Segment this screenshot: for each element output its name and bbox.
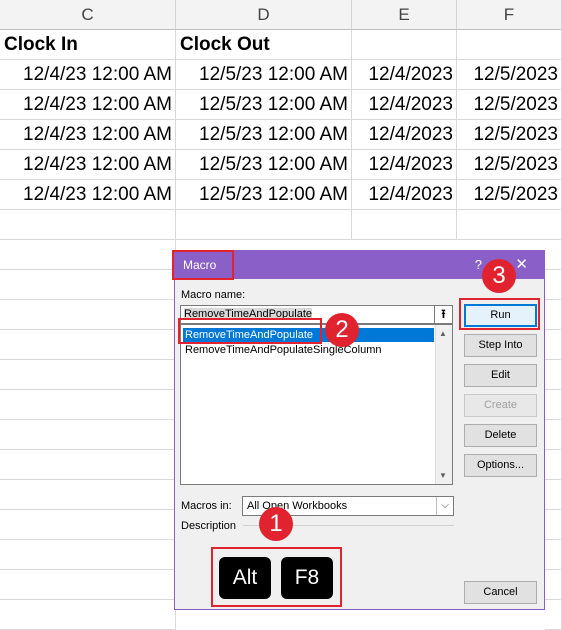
cell-c[interactable]: 12/4/23 12:00 AM xyxy=(0,150,176,180)
empty-cell[interactable] xyxy=(545,330,562,360)
options-button[interactable]: Options... xyxy=(464,454,537,477)
empty-cell[interactable] xyxy=(0,570,176,600)
cell-header-clock-out[interactable]: Clock Out xyxy=(176,30,352,60)
empty-cell[interactable] xyxy=(176,210,352,240)
empty-cell[interactable] xyxy=(0,390,176,420)
empty-cell[interactable] xyxy=(0,240,176,270)
cell-header-f[interactable] xyxy=(457,30,562,60)
empty-cell[interactable] xyxy=(0,330,176,360)
macro-list-item[interactable]: RemoveTimeAndPopulateSingleColumn xyxy=(183,343,381,357)
column-header-e[interactable]: E xyxy=(352,0,457,30)
empty-cell[interactable] xyxy=(0,300,176,330)
empty-cell[interactable] xyxy=(545,450,562,480)
empty-cell[interactable] xyxy=(545,240,562,270)
empty-cell[interactable] xyxy=(457,210,562,240)
cell-e[interactable]: 12/4/2023 xyxy=(352,150,457,180)
empty-cell[interactable] xyxy=(0,420,176,450)
cell-d[interactable]: 12/5/23 12:00 AM xyxy=(176,120,352,150)
delete-button[interactable]: Delete xyxy=(464,424,537,447)
empty-cell[interactable] xyxy=(0,210,176,240)
cell-d[interactable]: 12/5/23 12:00 AM xyxy=(176,150,352,180)
cell-c[interactable]: 12/4/23 12:00 AM xyxy=(0,180,176,210)
empty-cell[interactable] xyxy=(545,540,562,570)
empty-cell[interactable] xyxy=(545,510,562,540)
column-header-c[interactable]: C xyxy=(0,0,176,30)
empty-cell[interactable] xyxy=(352,210,457,240)
list-scrollbar[interactable]: ▲ ▼ xyxy=(435,325,452,484)
step-into-button[interactable]: Step Into xyxy=(464,334,537,357)
empty-cell[interactable] xyxy=(545,480,562,510)
cell-f[interactable]: 12/5/2023 xyxy=(457,150,562,180)
highlight-run xyxy=(459,298,540,330)
macro-list[interactable]: RemoveTimeAndPopulate RemoveTimeAndPopul… xyxy=(180,324,453,485)
empty-cell[interactable] xyxy=(545,270,562,300)
empty-cell[interactable] xyxy=(545,600,562,630)
cell-f[interactable]: 12/5/2023 xyxy=(457,60,562,90)
empty-cell[interactable] xyxy=(545,390,562,420)
upload-arrow-icon[interactable]: ⭱ xyxy=(434,305,453,324)
highlight-list-item xyxy=(178,318,322,344)
empty-cell[interactable] xyxy=(0,450,176,480)
f8-key: F8 xyxy=(281,557,333,599)
cell-d[interactable]: 12/5/23 12:00 AM xyxy=(176,60,352,90)
edit-button[interactable]: Edit xyxy=(464,364,537,387)
empty-cell[interactable] xyxy=(545,420,562,450)
macros-in-value: All Open Workbooks xyxy=(247,500,348,512)
cell-e[interactable]: 12/4/2023 xyxy=(352,180,457,210)
empty-cell[interactable] xyxy=(0,510,176,540)
cell-header-clock-in[interactable]: Clock In xyxy=(0,30,176,60)
help-button[interactable]: ? xyxy=(475,257,482,272)
description-label: Description xyxy=(181,520,237,532)
alt-key: Alt xyxy=(219,557,271,599)
empty-cell[interactable] xyxy=(0,600,176,630)
scroll-up-icon[interactable]: ▲ xyxy=(439,329,447,338)
cell-e[interactable]: 12/4/2023 xyxy=(352,90,457,120)
cancel-button[interactable]: Cancel xyxy=(464,581,537,604)
cell-header-e[interactable] xyxy=(352,30,457,60)
cell-d[interactable]: 12/5/23 12:00 AM xyxy=(176,180,352,210)
cell-f[interactable]: 12/5/2023 xyxy=(457,120,562,150)
empty-cell[interactable] xyxy=(545,570,562,600)
empty-cell[interactable] xyxy=(0,540,176,570)
step-badge-1: 1 xyxy=(259,507,293,541)
empty-cell[interactable] xyxy=(545,300,562,330)
cell-f[interactable]: 12/5/2023 xyxy=(457,90,562,120)
macro-name-label: Macro name: xyxy=(181,289,246,301)
cell-e[interactable]: 12/4/2023 xyxy=(352,60,457,90)
step-badge-2: 2 xyxy=(325,313,359,347)
highlight-title xyxy=(172,250,234,280)
column-header-d[interactable]: D xyxy=(176,0,352,30)
cell-f[interactable]: 12/5/2023 xyxy=(457,180,562,210)
empty-cell[interactable] xyxy=(0,270,176,300)
cell-c[interactable]: 12/4/23 12:00 AM xyxy=(0,120,176,150)
empty-cell[interactable] xyxy=(0,480,176,510)
scroll-down-icon[interactable]: ▼ xyxy=(439,471,447,480)
empty-cell[interactable] xyxy=(0,360,176,390)
chevron-down-icon[interactable]: ⌵ xyxy=(436,497,453,515)
cell-c[interactable]: 12/4/23 12:00 AM xyxy=(0,90,176,120)
macros-in-label: Macros in: xyxy=(181,500,232,512)
empty-cell[interactable] xyxy=(545,360,562,390)
cell-c[interactable]: 12/4/23 12:00 AM xyxy=(0,60,176,90)
column-header-f[interactable]: F xyxy=(457,0,562,30)
cell-e[interactable]: 12/4/2023 xyxy=(352,120,457,150)
step-badge-3: 3 xyxy=(482,259,516,293)
cell-d[interactable]: 12/5/23 12:00 AM xyxy=(176,90,352,120)
create-button[interactable]: Create xyxy=(464,394,537,417)
close-icon[interactable]: ✕ xyxy=(515,255,528,273)
